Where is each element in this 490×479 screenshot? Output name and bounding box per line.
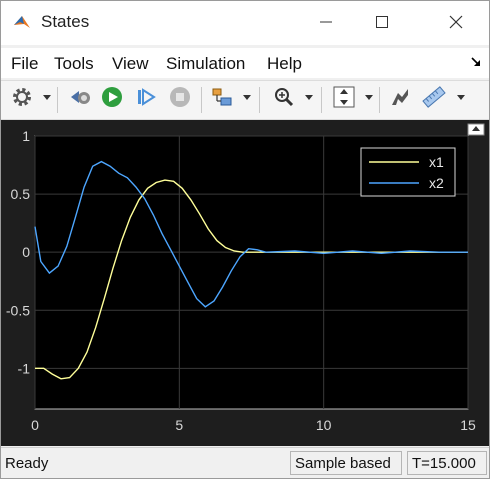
y-tick-label: -1	[18, 360, 31, 376]
step-forward-icon	[134, 85, 158, 114]
status-ready: Ready	[5, 455, 49, 472]
toolbar-separator	[57, 87, 58, 113]
y-tick-label: 1	[22, 128, 30, 144]
step-forward-button[interactable]	[133, 86, 159, 112]
scale-axes-icon	[332, 85, 356, 114]
measurement-dropdown-icon[interactable]	[457, 95, 465, 100]
plot-area: 0 5 10 15 1 0.5 0 -0.5 -1 x1 x2	[1, 120, 489, 446]
x-tick-label: 0	[31, 417, 39, 433]
gear-icon	[11, 86, 33, 113]
close-button[interactable]	[433, 1, 479, 45]
minimize-button[interactable]	[303, 1, 349, 45]
toolbar-separator	[259, 87, 260, 113]
status-sample-mode: Sample based	[290, 451, 402, 475]
settings-dropdown-icon[interactable]	[43, 95, 51, 100]
style-button[interactable]	[387, 86, 413, 112]
zoom-dropdown-icon[interactable]	[305, 95, 313, 100]
y-tick-label: 0	[22, 244, 30, 260]
menu-tools[interactable]: Tools	[54, 54, 94, 74]
signal-select-button[interactable]	[209, 86, 235, 112]
title-bar[interactable]: States	[1, 1, 489, 45]
signal-select-icon	[210, 85, 234, 114]
status-time: T=15.000	[407, 451, 487, 475]
step-back-button[interactable]	[67, 86, 93, 112]
x-tick-label: 15	[460, 417, 476, 433]
step-back-icon	[68, 85, 92, 114]
run-icon	[100, 85, 124, 114]
window-title: States	[41, 12, 90, 31]
menu-help[interactable]: Help	[267, 54, 302, 74]
menu-simulation[interactable]: Simulation	[166, 54, 245, 74]
signal-select-dropdown-icon[interactable]	[243, 95, 251, 100]
measurement-button[interactable]	[421, 84, 447, 115]
close-icon	[449, 13, 463, 34]
menu-dock-arrow-icon[interactable]	[471, 56, 481, 70]
stop-icon	[168, 85, 192, 114]
scope-window: States File Tools View Simulation Help 0…	[0, 0, 490, 479]
x-tick-label: 10	[316, 417, 332, 433]
maximize-button[interactable]	[359, 1, 405, 45]
scope-chart[interactable]: 0 5 10 15 1 0.5 0 -0.5 -1 x1 x2	[1, 120, 489, 446]
settings-button[interactable]	[9, 86, 35, 112]
zoom-button[interactable]	[271, 86, 297, 112]
status-bar: Ready Sample based T=15.000	[1, 447, 489, 478]
menu-view[interactable]: View	[112, 54, 149, 74]
zoom-icon	[272, 85, 296, 114]
matlab-icon	[13, 13, 31, 31]
maximize-icon	[375, 13, 389, 34]
menu-bar: File Tools View Simulation Help	[1, 48, 489, 78]
x-tick-label: 5	[175, 417, 183, 433]
style-icon	[388, 85, 412, 114]
toolbar	[1, 80, 489, 120]
menu-file[interactable]: File	[11, 54, 38, 74]
y-tick-label: -0.5	[6, 302, 30, 318]
y-tick-label: 0.5	[11, 186, 31, 202]
toolbar-separator	[201, 87, 202, 113]
legend-label-x2: x2	[429, 175, 444, 191]
minimize-icon	[319, 13, 333, 34]
measurement-icon	[421, 84, 447, 115]
scale-axes-button[interactable]	[331, 86, 357, 112]
toolbar-separator	[379, 87, 380, 113]
scale-axes-dropdown-icon[interactable]	[365, 95, 373, 100]
toolbar-separator	[321, 87, 322, 113]
run-button[interactable]	[99, 86, 125, 112]
stop-button[interactable]	[167, 86, 193, 112]
legend-label-x1: x1	[429, 154, 444, 170]
